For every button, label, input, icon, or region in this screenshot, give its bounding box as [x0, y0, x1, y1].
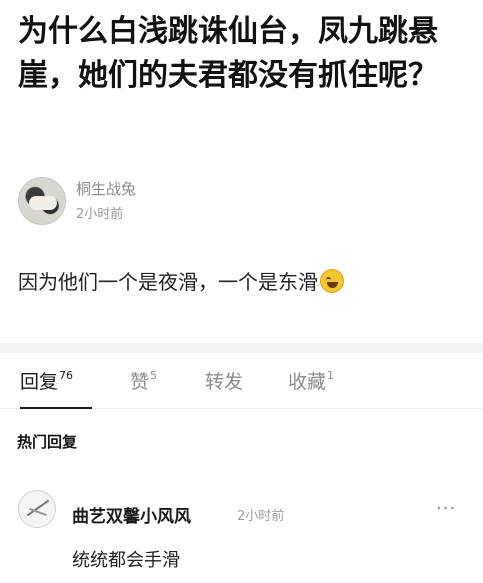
- tab-favorites[interactable]: 收藏1: [288, 367, 334, 394]
- author-name[interactable]: 桐生战兔: [76, 178, 136, 199]
- post-timestamp: 2小时前: [76, 207, 124, 222]
- commenter-avatar[interactable]: [18, 490, 56, 528]
- tab-favorites-label: 收藏: [288, 371, 327, 393]
- tab-replies-label: 回复: [20, 371, 59, 393]
- laughing-crying-emoji-icon: [320, 269, 344, 293]
- hot-replies-heading: 热门回复: [17, 433, 78, 451]
- tab-likes-label: 赞: [130, 371, 150, 393]
- comment-text: 统统都会手滑: [72, 550, 180, 571]
- tab-replies-count: 76: [59, 369, 74, 382]
- commenter-name[interactable]: 曲艺双馨小风风: [72, 502, 191, 527]
- tab-likes[interactable]: 赞5: [130, 367, 157, 394]
- post-title: 为什么白浅跳诛仙台，凤九跳悬崖，她们的夫君都没有抓住呢？: [18, 14, 438, 93]
- author-avatar[interactable]: [18, 177, 66, 225]
- post-content-text: 因为他们一个是夜滑，一个是东滑: [18, 270, 318, 294]
- comment-timestamp: 2小时前: [237, 509, 285, 524]
- post-content: 因为他们一个是夜滑，一个是东滑: [18, 266, 344, 295]
- tab-reposts-label: 转发: [205, 371, 244, 393]
- tab-favorites-count: 1: [327, 369, 335, 382]
- comment-item: 曲艺双馨小风风 2小时前 ··· 统统都会手滑: [0, 480, 483, 583]
- active-tab-indicator: [20, 407, 92, 409]
- post-card: 为什么白浅跳诛仙台，凤九跳悬崖，她们的夫君都没有抓住呢？ 桐生战兔 2小时前 因…: [0, 0, 483, 343]
- author-row[interactable]: 桐生战兔 2小时前: [18, 175, 318, 229]
- section-divider: [0, 343, 483, 353]
- tab-replies[interactable]: 回复76: [20, 367, 73, 394]
- tab-reposts[interactable]: 转发: [205, 367, 243, 394]
- tab-bar: 回复76 赞5 转发 收藏1: [0, 353, 483, 409]
- more-options-icon[interactable]: ···: [436, 498, 456, 519]
- tab-likes-count: 5: [150, 369, 158, 382]
